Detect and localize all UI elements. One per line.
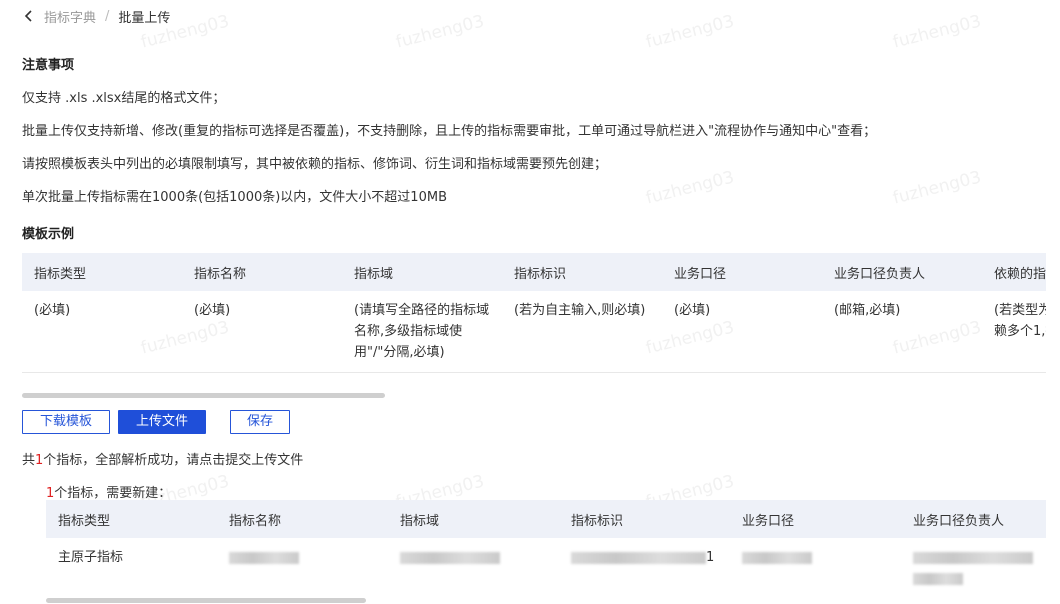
table-row: (必填) (必填) (请填写全路径的指标域名称,多级指标域使用"/"分隔,必填)… (22, 291, 1046, 373)
template-col-header: 业务口径负责人 (822, 253, 982, 291)
result-cell-domain (388, 538, 559, 598)
result-col-header: 指标名称 (217, 500, 388, 538)
result-table-container[interactable]: 指标类型 指标名称 指标域 指标标识 业务口径 业务口径负责人 主原子指标 1 (46, 500, 1046, 598)
template-cell: (必填) (662, 291, 822, 373)
template-col-header: 指标类型 (22, 253, 182, 291)
result-col-header: 指标类型 (46, 500, 217, 538)
new-items-suffix: 个指标，需要新建： (54, 486, 172, 501)
result-cell-caliber (730, 538, 901, 598)
redacted-value (571, 551, 706, 564)
result-cell-id: 1 (559, 538, 730, 598)
template-col-header: 指标域 (342, 253, 502, 291)
note-line: 单次批量上传指标需在1000条(包括1000条)以内，文件大小不超过10MB (22, 190, 447, 205)
upload-file-button[interactable]: 上传文件 (118, 410, 206, 434)
result-header-row: 指标类型 指标名称 指标域 指标标识 业务口径 业务口径负责人 (46, 500, 1046, 538)
chevron-left-icon[interactable] (22, 9, 36, 23)
template-title: 模板示例 (22, 227, 75, 242)
result-id-tail: 1 (706, 550, 715, 565)
template-table-container[interactable]: 指标类型 指标名称 指标域 指标标识 业务口径 业务口径负责人 依赖的指 (必填… (22, 253, 1046, 393)
template-table: 指标类型 指标名称 指标域 指标标识 业务口径 业务口径负责人 依赖的指 (必填… (22, 253, 1046, 373)
save-button[interactable]: 保存 (230, 410, 290, 434)
watermark: fuzheng03 (890, 11, 984, 53)
template-header-row: 指标类型 指标名称 指标域 指标标识 业务口径 业务口径负责人 依赖的指 (22, 253, 1046, 291)
template-col-header: 业务口径 (662, 253, 822, 291)
watermark: fuzheng03 (643, 167, 737, 209)
summary-suffix: 个指标，全部解析成功，请点击提交上传文件 (43, 453, 304, 468)
summary-prefix: 共 (22, 453, 36, 468)
template-col-header: 依赖的指 (982, 253, 1046, 291)
note-line: 批量上传仅支持新增、修改(重复的指标可选择是否覆盖)，不支持删除，且上传的指标需… (22, 124, 877, 139)
result-col-header: 指标域 (388, 500, 559, 538)
result-cell-type: 主原子指标 (46, 538, 217, 598)
template-cell: (必填) (182, 291, 342, 373)
result-cell-name (217, 538, 388, 598)
watermark: fuzheng03 (643, 11, 737, 53)
redacted-value (913, 572, 963, 585)
new-items-label: 1个指标，需要新建： (46, 482, 171, 501)
redacted-value (913, 551, 1033, 564)
result-horizontal-scrollbar[interactable] (46, 598, 366, 603)
breadcrumb: 指标字典 / 批量上传 (22, 6, 170, 26)
redacted-value (742, 551, 812, 564)
watermark: fuzheng03 (890, 167, 984, 209)
redacted-value (400, 551, 500, 564)
breadcrumb-separator: / (105, 8, 110, 24)
result-table: 指标类型 指标名称 指标域 指标标识 业务口径 业务口径负责人 主原子指标 1 (46, 500, 1046, 598)
result-col-header: 指标标识 (559, 500, 730, 538)
template-cell: (若为自主输入,则必填) (502, 291, 662, 373)
template-col-header: 指标标识 (502, 253, 662, 291)
template-cell: (必填) (22, 291, 182, 373)
note-line: 请按照模板表头中列出的必填限制填写，其中被依赖的指标、修饰词、衍生词和指标域需要… (22, 157, 608, 172)
template-cell: (若类型为标,则必填依赖多个1,指标2) (982, 291, 1046, 373)
template-horizontal-scrollbar[interactable] (22, 393, 385, 398)
template-cell: (请填写全路径的指标域名称,多级指标域使用"/"分隔,必填) (342, 291, 502, 373)
template-col-header: 指标名称 (182, 253, 342, 291)
notes-title: 注意事项 (22, 58, 75, 73)
redacted-value (229, 551, 299, 564)
result-col-header: 业务口径 (730, 500, 901, 538)
table-row: 主原子指标 1 (46, 538, 1046, 598)
breadcrumb-parent-link[interactable]: 指标字典 (44, 7, 96, 26)
download-template-button[interactable]: 下载模板 (22, 410, 110, 434)
result-cell-owner (901, 538, 1046, 598)
breadcrumb-current: 批量上传 (118, 10, 171, 26)
template-cell: (邮箱,必填) (822, 291, 982, 373)
watermark: fuzheng03 (393, 11, 487, 53)
result-col-header: 业务口径负责人 (901, 500, 1046, 538)
parse-summary: 共1个指标，全部解析成功，请点击提交上传文件 (22, 449, 303, 468)
note-line: 仅支持 .xls .xlsx结尾的格式文件； (22, 91, 226, 106)
